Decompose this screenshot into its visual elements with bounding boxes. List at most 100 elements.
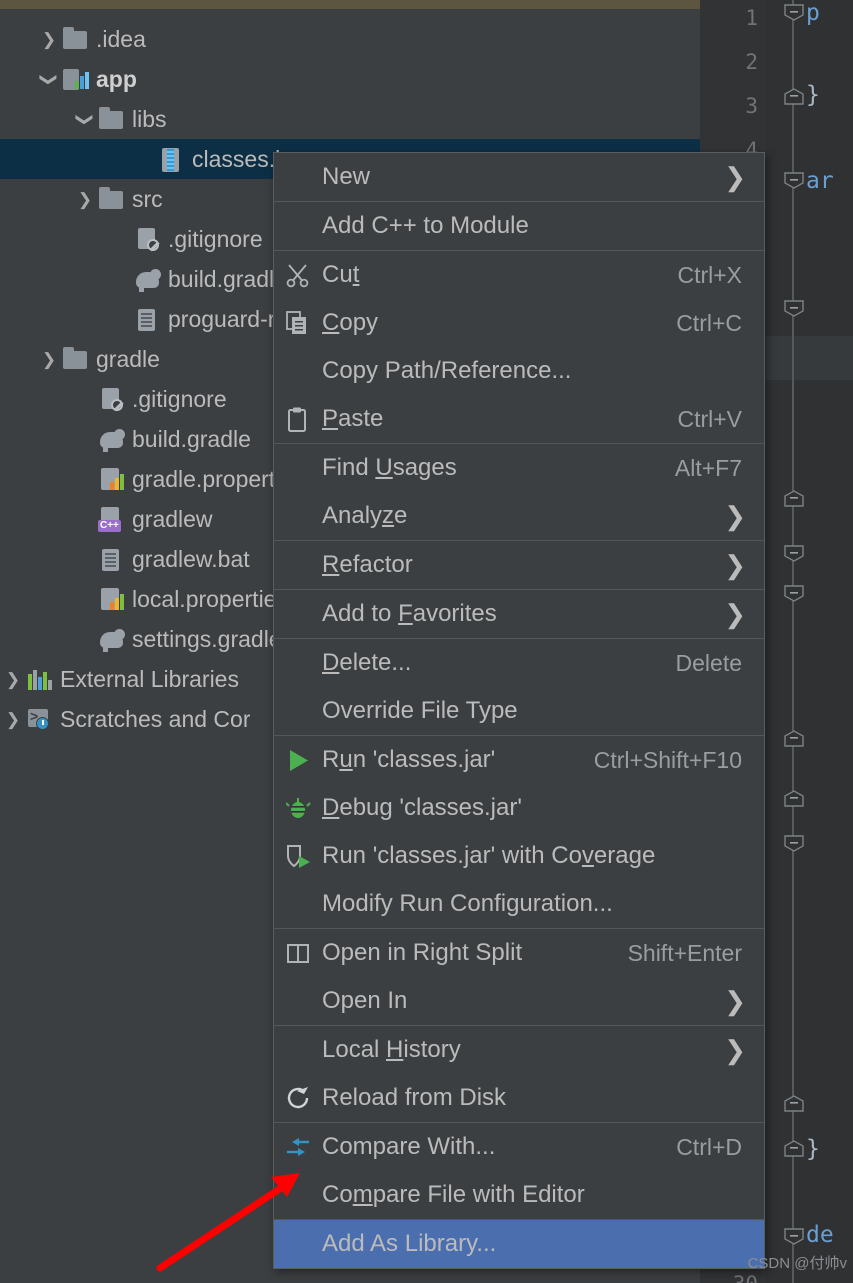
fold-marker-collapse-icon[interactable] xyxy=(784,300,804,317)
tree-item-label: settings.gradle xyxy=(132,625,282,652)
chevron-right-icon: ❯ xyxy=(724,986,746,1016)
fold-marker-collapse-icon[interactable] xyxy=(784,730,804,747)
menu-item-shortcut: Alt+F7 xyxy=(674,454,742,481)
fold-marker-collapse-icon[interactable] xyxy=(784,1095,804,1112)
menu-item-shortcut: Delete xyxy=(675,649,742,676)
chevron-right-icon[interactable]: ❯ xyxy=(2,671,24,688)
external-libraries-icon xyxy=(24,666,54,692)
ide-window: ❯ .idea ❯ app ❯ libs classes.jar ❯ src .gitignore… xyxy=(0,0,853,1283)
tree-item-label: External Libraries xyxy=(60,665,239,692)
tree-item-label: .idea xyxy=(96,25,146,52)
menu-item[interactable]: Open in Right Split Shift+Enter xyxy=(274,929,764,977)
fold-marker-collapse-icon[interactable] xyxy=(784,88,804,105)
tree-item-label: gradlew.bat xyxy=(132,545,250,572)
menu-icon-placeholder xyxy=(274,590,322,638)
menu-item-label: Modify Run Configuration... xyxy=(322,890,613,917)
text-file-icon xyxy=(132,306,162,332)
menu-item-label: Run 'classes.jar' with Coverage xyxy=(322,842,656,869)
menu-icon-placeholder xyxy=(274,687,322,735)
menu-item-label: Compare With... xyxy=(322,1133,496,1160)
menu-item[interactable]: Add to Favorites ❯ xyxy=(274,590,764,638)
menu-icon-placeholder xyxy=(274,541,322,589)
menu-item[interactable]: Compare With... Ctrl+D xyxy=(274,1123,764,1171)
fold-marker-collapse-icon[interactable] xyxy=(784,172,804,189)
menu-item[interactable]: Reload from Disk xyxy=(274,1074,764,1122)
folder-icon xyxy=(60,346,90,372)
context-menu[interactable]: New ❯ Add C++ to Module Cut Ctrl+X Copy Ctrl+C… xyxy=(273,152,765,1269)
menu-item[interactable]: Local History ❯ xyxy=(274,1026,764,1074)
menu-icon-placeholder xyxy=(274,347,322,395)
menu-icon-placeholder xyxy=(274,977,322,1025)
fold-marker-collapse-icon[interactable] xyxy=(784,1228,804,1245)
chevron-right-icon: ❯ xyxy=(724,599,746,629)
debug-icon xyxy=(274,784,322,832)
menu-item-label: Add As Library... xyxy=(322,1230,497,1257)
line-number: 2 xyxy=(745,50,758,74)
menu-item-shortcut: Shift+Enter xyxy=(627,939,742,966)
menu-item[interactable]: Add C++ to Module xyxy=(274,202,764,250)
menu-item-label: New xyxy=(322,163,371,190)
fold-marker-collapse-icon[interactable] xyxy=(784,545,804,562)
tree-item-label: .gitignore xyxy=(168,225,263,252)
fold-marker-collapse-icon[interactable] xyxy=(784,490,804,507)
menu-item[interactable]: Open In ❯ xyxy=(274,977,764,1025)
menu-icon-placeholder xyxy=(274,639,322,687)
chevron-right-icon[interactable]: ❯ xyxy=(38,31,60,48)
menu-item-label: Compare File with Editor xyxy=(322,1181,585,1208)
line-number: 3 xyxy=(745,94,758,118)
tree-item[interactable]: ❯ app xyxy=(0,59,700,99)
fold-marker-collapse-icon[interactable] xyxy=(784,790,804,807)
menu-item-label: Cut xyxy=(322,261,360,288)
chevron-down-icon[interactable]: ❯ xyxy=(40,68,59,90)
menu-item[interactable]: Compare File with Editor xyxy=(274,1171,764,1219)
tree-item-label: local.properties xyxy=(132,585,288,612)
editor-highlight-row xyxy=(766,336,853,380)
module-icon xyxy=(60,66,90,92)
chevron-right-icon[interactable]: ❯ xyxy=(2,711,24,728)
menu-item[interactable]: Run 'classes.jar' Ctrl+Shift+F10 xyxy=(274,736,764,784)
toolbar-strip xyxy=(0,0,700,9)
menu-item-shortcut: Ctrl+D xyxy=(676,1133,742,1160)
menu-item[interactable]: Modify Run Configuration... xyxy=(274,880,764,928)
menu-item[interactable]: Debug 'classes.jar' xyxy=(274,784,764,832)
gradle-elephant-icon xyxy=(132,266,162,292)
menu-icon-placeholder xyxy=(274,444,322,492)
tree-item-label: proguard-ru xyxy=(168,305,289,332)
watermark: CSDN @付帅v xyxy=(747,1255,847,1272)
tree-item[interactable]: ❯ libs xyxy=(0,99,700,139)
fold-marker-collapse-icon[interactable] xyxy=(784,585,804,602)
fold-marker-collapse-icon[interactable] xyxy=(784,1140,804,1157)
menu-item-label: Run 'classes.jar' xyxy=(322,746,496,773)
chevron-right-icon[interactable]: ❯ xyxy=(74,191,96,208)
menu-item[interactable]: Override File Type xyxy=(274,687,764,735)
text-file-icon xyxy=(96,546,126,572)
menu-item-label: Open In xyxy=(322,987,408,1014)
menu-item[interactable]: Add As Library... xyxy=(274,1220,764,1268)
menu-item[interactable]: Find Usages Alt+F7 xyxy=(274,444,764,492)
tree-item-label: Scratches and Cor xyxy=(60,705,251,732)
tree-item[interactable]: ❯ .idea xyxy=(0,19,700,59)
chevron-right-icon[interactable]: ❯ xyxy=(38,351,60,368)
menu-item[interactable]: New ❯ xyxy=(274,153,764,201)
fold-marker-collapse-icon[interactable] xyxy=(784,4,804,21)
menu-item[interactable]: Refactor ❯ xyxy=(274,541,764,589)
menu-item-label: Debug 'classes.jar' xyxy=(322,794,522,821)
menu-item[interactable]: Delete... Delete xyxy=(274,639,764,687)
menu-item[interactable]: Copy Ctrl+C xyxy=(274,299,764,347)
reload-icon xyxy=(274,1074,322,1122)
properties-icon xyxy=(96,466,126,492)
menu-item[interactable]: Run 'classes.jar' with Coverage xyxy=(274,832,764,880)
chevron-down-icon[interactable]: ❯ xyxy=(76,108,95,130)
menu-item[interactable]: Copy Path/Reference... xyxy=(274,347,764,395)
menu-item[interactable]: Paste Ctrl+V xyxy=(274,395,764,443)
tree-item-label: build.gradle xyxy=(168,265,287,292)
menu-item-label: Copy Path/Reference... xyxy=(322,357,572,384)
editor-code-area[interactable]: p } ar } de xyxy=(766,0,853,1283)
fold-marker-collapse-icon[interactable] xyxy=(784,835,804,852)
folder-icon xyxy=(60,26,90,52)
tree-item-label: libs xyxy=(132,105,167,132)
menu-item-label: Delete... xyxy=(322,649,412,676)
menu-item[interactable]: Analyze ❯ xyxy=(274,492,764,540)
menu-item[interactable]: Cut Ctrl+X xyxy=(274,251,764,299)
split-icon xyxy=(274,929,322,977)
